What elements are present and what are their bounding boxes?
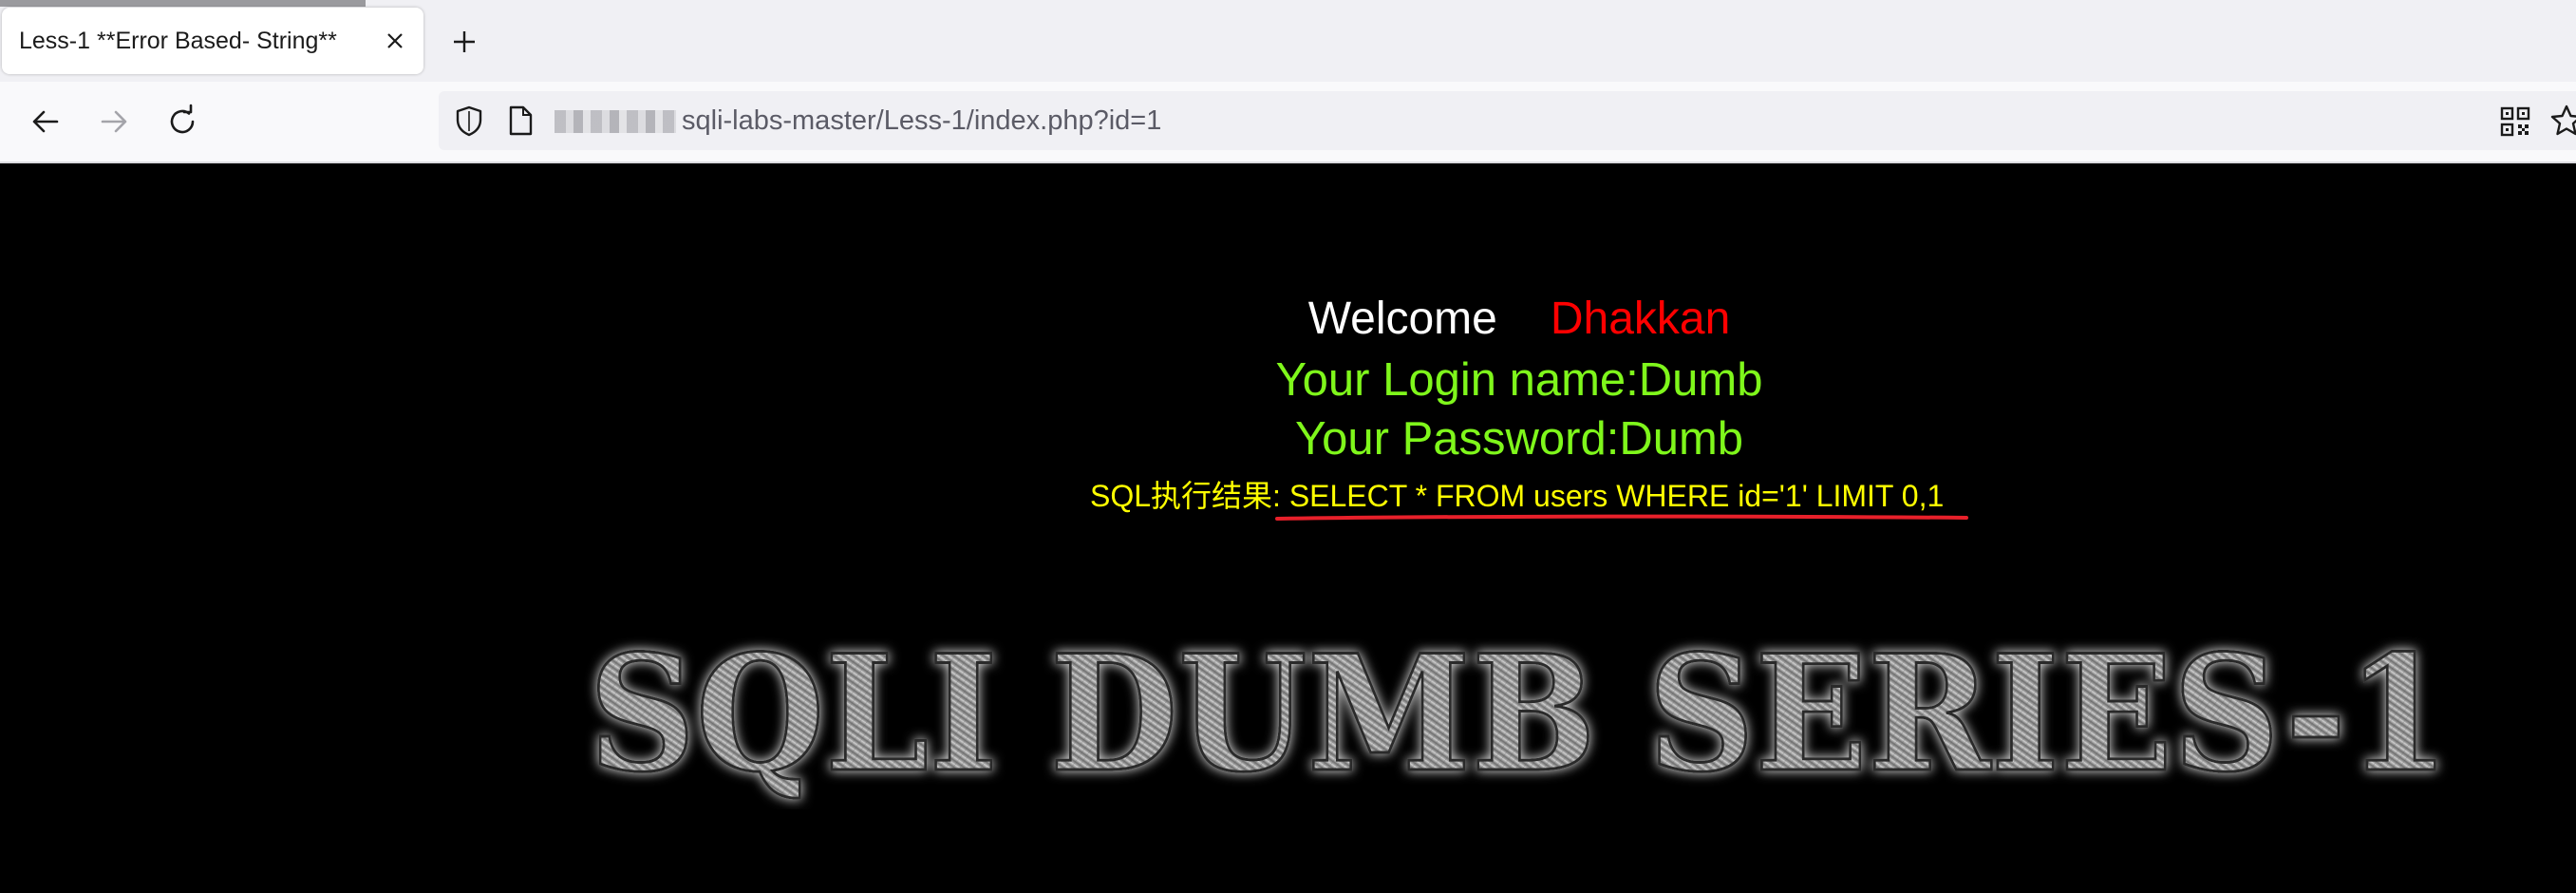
shield-icon[interactable] (452, 104, 486, 138)
new-tab-icon[interactable] (447, 25, 481, 59)
qr-code-icon[interactable] (2500, 106, 2530, 137)
welcome-line: Welcome Dhakkan (0, 293, 2576, 345)
welcome-name: Dhakkan (1550, 294, 1731, 344)
login-name-text: Your Login name:Dumb (1275, 354, 1763, 406)
address-bar[interactable]: sqli-labs-master/Less-1/index.php?id=1 (439, 91, 2576, 150)
page-content: Welcome Dhakkan Your Login name:Dumb Your… (0, 163, 2576, 893)
url-text[interactable]: sqli-labs-master/Less-1/index.php?id=1 (682, 91, 1161, 150)
tab-close-icon[interactable] (380, 26, 410, 56)
navigation-toolbar: sqli-labs-master/Less-1/index.php?id=1 (0, 82, 2576, 163)
back-arrow-icon[interactable] (27, 103, 65, 141)
sqli-dumb-series-banner: SQLI DUMB SERIES-1 (588, 619, 2452, 809)
loading-progress (0, 0, 366, 7)
redacted-host (555, 110, 676, 133)
forward-arrow-icon[interactable] (95, 103, 133, 141)
welcome-label: Welcome (1307, 294, 1497, 344)
sql-result-text: SQL执行结果: SELECT * FROM users WHERE id='1… (1090, 479, 1945, 513)
banner-text: SQLI DUMB SERIES-1 (589, 619, 2450, 808)
bookmark-star-icon[interactable] (2549, 104, 2576, 138)
annotation-underline (1275, 514, 1968, 521)
tab-title: Less-1 **Error Based- String** (19, 28, 337, 54)
tab-active[interactable]: Less-1 **Error Based- String** (2, 8, 423, 74)
page-icon[interactable] (505, 104, 536, 138)
reload-icon[interactable] (163, 103, 201, 141)
password-text: Your Password:Dumb (1294, 413, 1744, 465)
tab-strip: Less-1 **Error Based- String** (0, 0, 2576, 82)
